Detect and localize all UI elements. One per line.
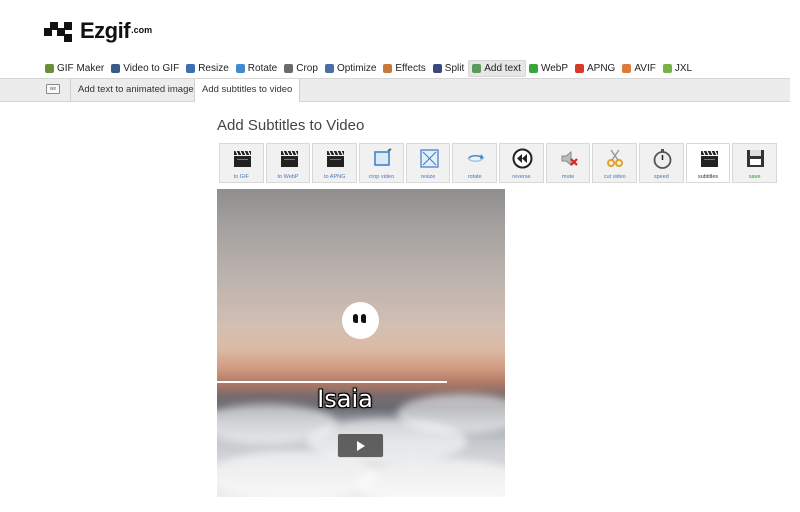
nav-item-label: AVIF (634, 63, 656, 74)
nav-item-label: WebP (540, 63, 568, 74)
nav-item-crop[interactable]: Crop (281, 60, 322, 77)
tool-to-APNG-button[interactable]: to APNG (312, 143, 358, 183)
nav-item-video-to-gif[interactable]: Video to GIF (108, 60, 183, 77)
nav-item-label: Optimize (336, 63, 377, 74)
nav-item-apng[interactable]: APNG (572, 60, 619, 77)
nav-item-avif[interactable]: AVIF (619, 60, 659, 77)
tool-label: rotate (467, 174, 482, 180)
nav-item-optimize[interactable]: Optimize (322, 60, 380, 77)
clapperboard-icon (232, 148, 253, 169)
gif-maker-icon (45, 64, 54, 73)
nav-item-label: Rotate (247, 63, 278, 74)
tool-cut-video-button[interactable]: cut video (592, 143, 638, 183)
stopwatch-icon (652, 148, 673, 169)
nav-item-label: Resize (198, 63, 229, 74)
tool-label: to GIF (233, 174, 249, 180)
nav-item-resize[interactable]: Resize (183, 60, 233, 77)
tool-label: crop video (368, 174, 395, 180)
split-icon (432, 64, 442, 73)
nav-item-split[interactable]: Split (430, 60, 468, 77)
nav-item-rotate[interactable]: Rotate (233, 60, 281, 77)
tool-label: cut video (603, 174, 626, 180)
nav-item-gif-maker[interactable]: GIF Maker (42, 60, 108, 77)
tool-label: reverse (512, 174, 531, 180)
crop-icon (284, 64, 294, 73)
nav-item-label: APNG (587, 63, 616, 74)
tool-save-button[interactable]: save (732, 143, 778, 183)
logo-tld: .com (131, 25, 153, 35)
clapperboard-icon (699, 148, 720, 169)
clapperboard-icon (325, 148, 346, 169)
nav-item-label: Effects (395, 63, 426, 74)
tool-label: subtitles (697, 174, 719, 180)
rotate-icon (465, 148, 486, 169)
clapperboard-icon (279, 148, 300, 169)
mute-speaker-icon (559, 148, 580, 169)
effects-icon (383, 64, 393, 73)
tool-crop-video-button[interactable]: crop video (359, 143, 404, 183)
tool-reverse-button[interactable]: reverse (499, 143, 544, 183)
video-toolbar: to GIF to WebP to APNG crop video resize rota… (219, 143, 779, 183)
tool-to-WebP-button[interactable]: to WebP (265, 143, 311, 183)
nav-item-add-text[interactable]: Add text (468, 60, 526, 77)
logo-name: Ezgif (80, 18, 131, 43)
nav-item-effects[interactable]: Effects (380, 60, 429, 77)
tool-subtitles-button[interactable]: subtitles (685, 143, 731, 183)
tool-label: to WebP (277, 174, 299, 180)
jxl-icon (662, 64, 672, 73)
home-icon[interactable]: wx (46, 84, 60, 94)
avif-icon (622, 64, 632, 73)
subtitle-text: Isaia (317, 385, 373, 413)
tool-resize-button[interactable]: resize (405, 143, 451, 183)
rewind-icon (512, 148, 533, 169)
subtitle-guide-line (217, 381, 447, 383)
film-icon (111, 64, 121, 73)
page-title: Add Subtitles to Video (217, 117, 365, 134)
tool-to-GIF-button[interactable]: to GIF (219, 143, 264, 183)
rotate-icon (235, 64, 245, 73)
resize-icon (186, 64, 196, 73)
webp-icon (528, 64, 538, 73)
ezgif-logo[interactable]: Ezgif .com (44, 14, 152, 44)
apng-icon (575, 64, 584, 73)
optimize-icon (324, 64, 334, 73)
tool-label: to APNG (323, 174, 346, 180)
main-nav: GIF Maker Video to GIF Resize Rotate Crop Opt… (42, 60, 696, 77)
resize-icon (419, 148, 440, 169)
nav-item-label: Video to GIF (123, 63, 180, 74)
floppy-disk-icon (745, 148, 766, 169)
tab-add-subtitles-to-video[interactable]: Add subtitles to video (194, 79, 301, 102)
tool-rotate-button[interactable]: rotate (452, 143, 498, 183)
nav-item-label: Add text (484, 63, 521, 74)
tool-label: save (748, 174, 761, 180)
sub-nav: wx Add text to animated images Add subti… (0, 78, 790, 102)
quote-icon (342, 302, 379, 339)
add-text-icon (472, 64, 482, 73)
tool-label: resize (420, 174, 436, 180)
tool-speed-button[interactable]: speed (639, 143, 684, 183)
tool-label: mute (561, 174, 575, 180)
nav-item-label: Split (444, 63, 465, 74)
logo-mark-icon (44, 18, 76, 44)
nav-item-label: GIF Maker (57, 63, 105, 74)
crop-icon (372, 148, 393, 169)
nav-item-jxl[interactable]: JXL (660, 60, 696, 77)
nav-item-label: Crop (296, 63, 318, 74)
video-preview[interactable]: Isaia (217, 189, 505, 497)
tool-label: speed (653, 174, 669, 180)
play-button[interactable] (337, 433, 384, 458)
tab-add-text-to-animated-images[interactable]: Add text to animated images (70, 79, 205, 101)
nav-item-webp[interactable]: WebP (526, 60, 572, 77)
scissors-icon (605, 148, 626, 169)
tool-mute-button[interactable]: mute (545, 143, 591, 183)
nav-item-label: JXL (674, 63, 693, 74)
